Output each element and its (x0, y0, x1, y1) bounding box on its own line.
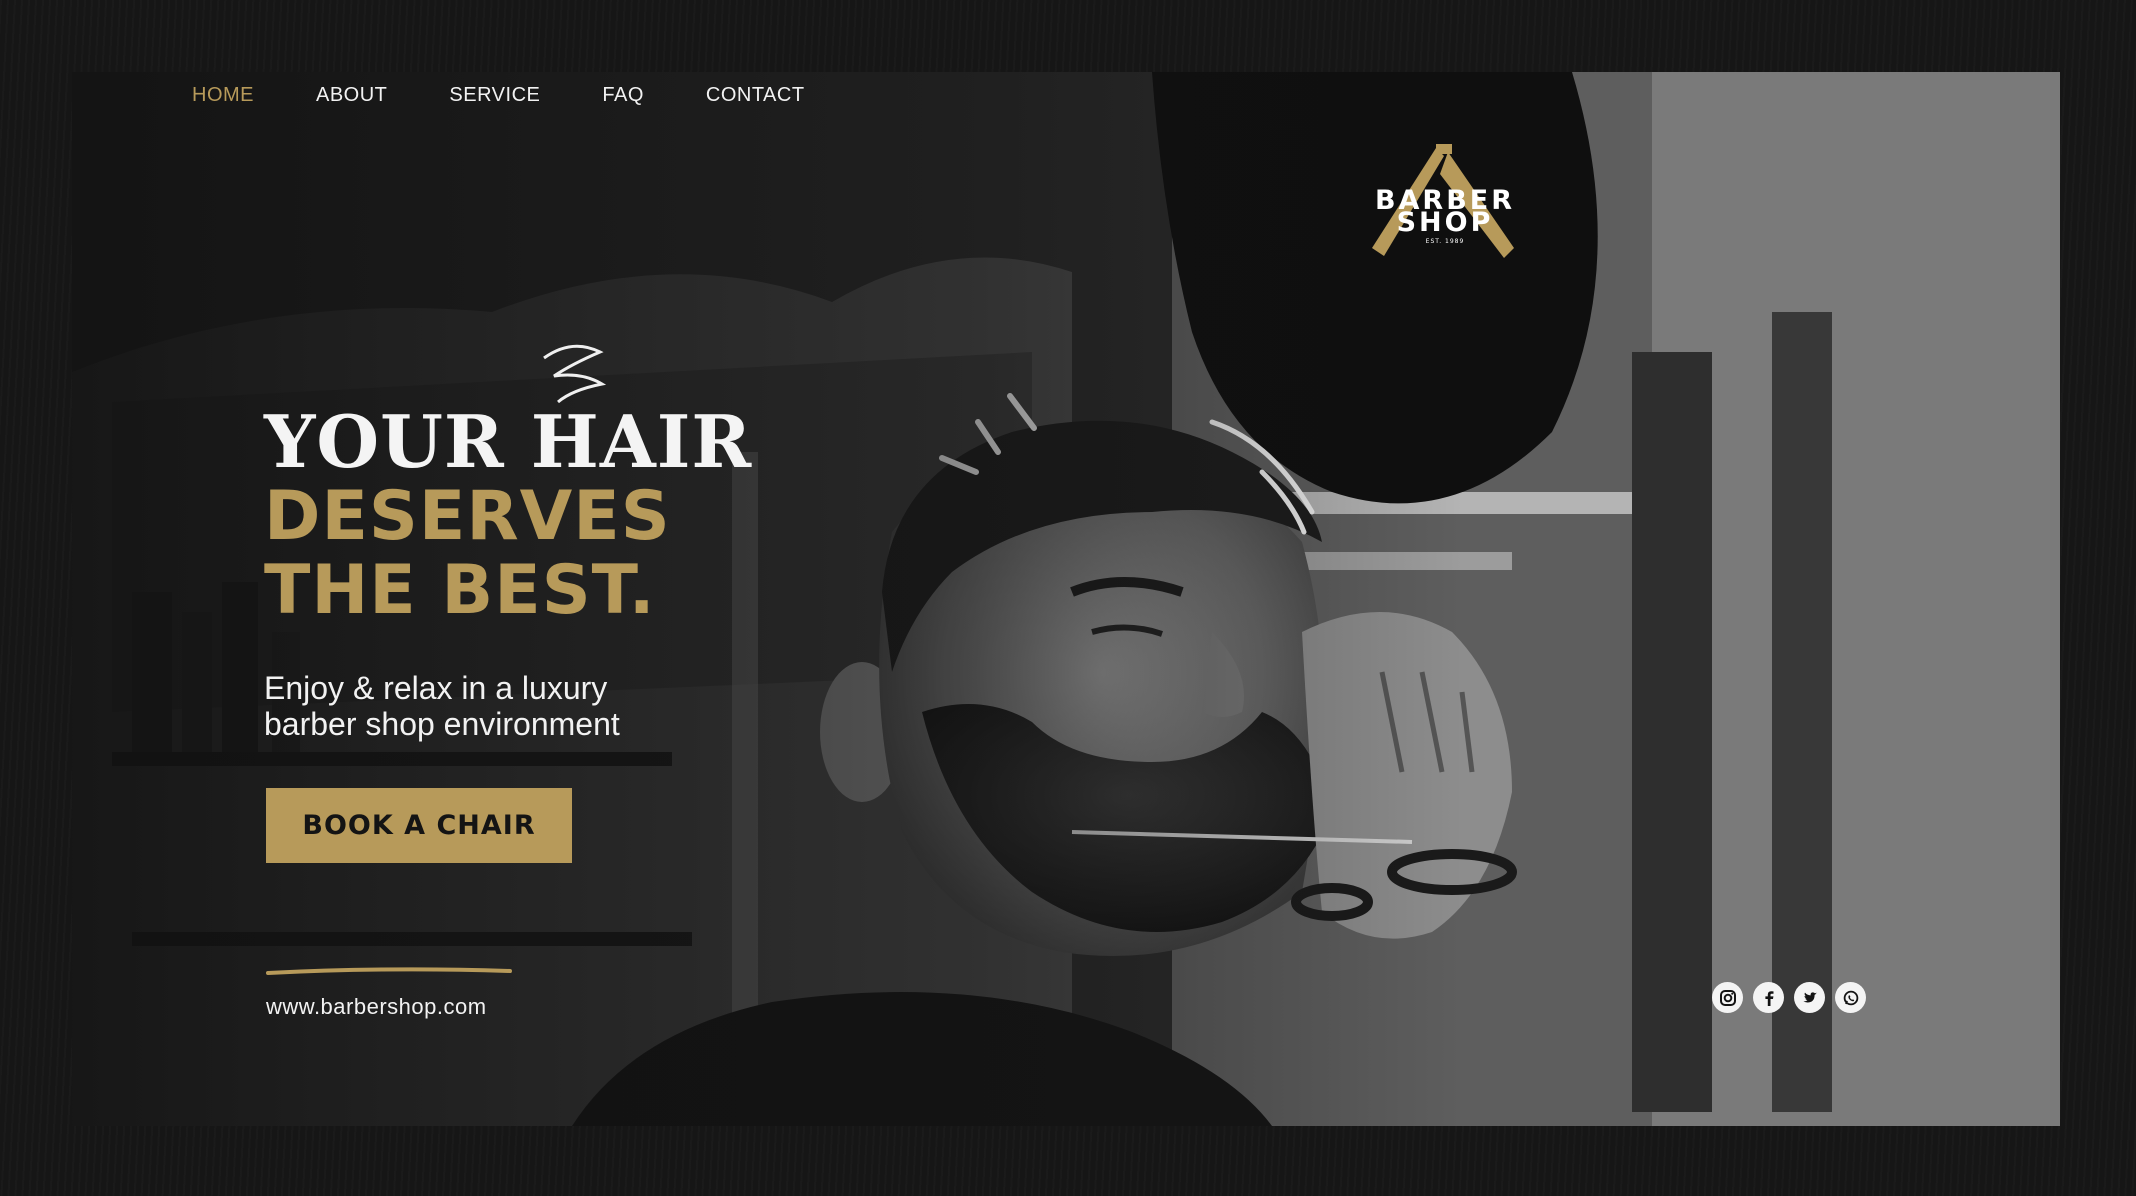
main-nav: HOME ABOUT SERVICE FAQ CONTACT (192, 84, 805, 107)
tagline-line1: Enjoy & relax in a luxury (264, 670, 608, 706)
logo-est: EST. 1989 (1425, 238, 1465, 245)
headline-line3: THE BEST. (264, 551, 656, 630)
book-a-chair-button[interactable]: BOOK A CHAIR (266, 788, 572, 863)
nav-home[interactable]: HOME (192, 84, 254, 107)
social-links (1712, 982, 1866, 1013)
nav-about[interactable]: ABOUT (316, 84, 387, 107)
nav-service[interactable]: SERVICE (449, 84, 540, 107)
hero-tagline: Enjoy & relax in a luxury barber shop en… (264, 670, 824, 742)
website-link[interactable]: www.barbershop.com (266, 994, 487, 1020)
nav-contact[interactable]: CONTACT (706, 84, 805, 107)
twitter-icon[interactable] (1794, 982, 1825, 1013)
gold-divider (266, 967, 512, 975)
instagram-icon[interactable] (1712, 982, 1743, 1013)
nav-faq[interactable]: FAQ (602, 84, 644, 107)
headline-line2: DESERVES (264, 477, 671, 556)
facebook-icon[interactable] (1753, 982, 1784, 1013)
tagline-line2: barber shop environment (264, 706, 620, 742)
whatsapp-icon[interactable] (1835, 982, 1866, 1013)
logo[interactable]: BARBER SHOP EST. 1989 (1364, 144, 1526, 264)
logo-text-shop: SHOP (1396, 207, 1494, 238)
hero-headline: YOUR HAIR DESERVES THE BEST. (264, 404, 752, 628)
headline-line1: YOUR HAIR (264, 399, 753, 484)
